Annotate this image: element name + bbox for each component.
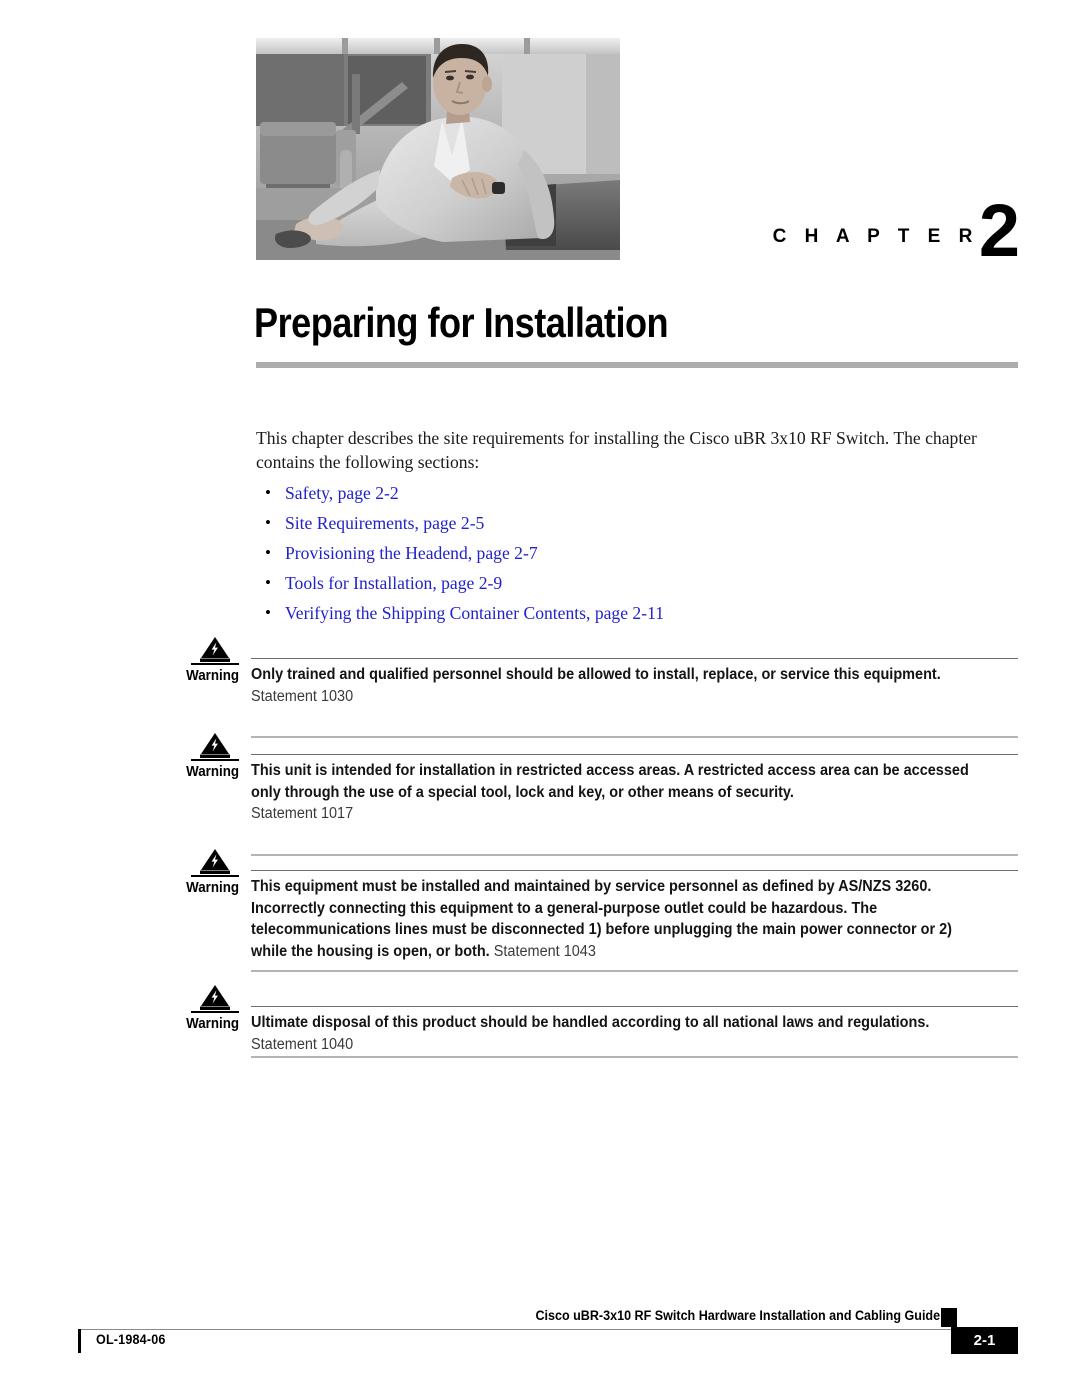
section-link-label: Site Requirements, page 2-5	[285, 513, 485, 533]
section-link-provisioning-headend[interactable]: • Provisioning the Headend, page 2-7	[256, 538, 1018, 568]
warning-top-divider	[251, 870, 1018, 871]
warning-text: Ultimate disposal of this product should…	[251, 1012, 975, 1055]
title-divider	[256, 362, 1018, 368]
warning-statement: Statement 1043	[493, 942, 596, 960]
warning-icon-rule	[191, 663, 239, 665]
section-link-site-requirements[interactable]: • Site Requirements, page 2-5	[256, 508, 1018, 538]
warning-top-divider	[251, 1006, 1018, 1007]
section-link-list: • Safety, page 2-2 • Site Requirements, …	[256, 478, 1018, 628]
warning-icon-rule	[191, 1011, 239, 1013]
chapter-label: C H A P T E R2	[648, 188, 1020, 278]
warning-text: This unit is intended for installation i…	[251, 760, 975, 825]
section-link-label: Safety, page 2-2	[285, 483, 399, 503]
warning-triangle-lightning-icon	[200, 732, 230, 758]
warning-top-divider	[251, 658, 1018, 659]
warning-triangle-lightning-icon	[200, 636, 230, 662]
footer-document-id: OL-1984-06	[96, 1332, 166, 1347]
warning-label: Warning	[186, 880, 239, 896]
warning-label: Warning	[186, 668, 239, 684]
warning-text-bold: This equipment must be installed and mai…	[251, 878, 952, 960]
footer-page-number: 2-1	[973, 1332, 996, 1349]
warning-bottom-divider	[251, 854, 1018, 856]
warning-top-divider	[251, 754, 1018, 755]
chapter-opener: C H A P T E R2	[256, 38, 1020, 270]
document-page: C H A P T E R2 Preparing for Installatio…	[0, 0, 1080, 1397]
bullet-icon: •	[265, 543, 271, 562]
footer-guide-title: Cisco uBR-3x10 RF Switch Hardware Instal…	[535, 1308, 940, 1323]
warning-triangle-lightning-icon	[200, 848, 230, 874]
warning-text-bold: This unit is intended for installation i…	[251, 762, 969, 801]
footer-divider	[78, 1329, 953, 1330]
section-link-safety[interactable]: • Safety, page 2-2	[256, 478, 1018, 508]
warning-statement: Statement 1017	[251, 805, 354, 822]
section-link-verifying-shipping-container[interactable]: • Verifying the Shipping Container Conte…	[256, 598, 1018, 628]
bullet-icon: •	[265, 573, 271, 592]
warning-statement: Statement 1040	[251, 1035, 354, 1053]
warning-statement: Statement 1030	[251, 687, 354, 705]
bullet-icon: •	[265, 513, 271, 532]
warning-label: Warning	[186, 1016, 239, 1032]
chapter-number: 2	[978, 189, 1020, 272]
bullet-icon: •	[265, 483, 271, 502]
footer-tick-mark	[78, 1329, 81, 1353]
section-link-label: Verifying the Shipping Container Content…	[285, 603, 665, 623]
section-link-label: Provisioning the Headend, page 2-7	[285, 543, 538, 563]
intro-paragraph: This chapter describes the site requirem…	[256, 428, 977, 472]
section-link-tools-for-installation[interactable]: • Tools for Installation, page 2-9	[256, 568, 1018, 598]
warning-icon-rule	[191, 875, 239, 877]
page-title: Preparing for Installation	[254, 299, 669, 346]
warning-label: Warning	[186, 764, 239, 780]
bullet-icon: •	[265, 603, 271, 622]
warning-text-bold: Only trained and qualified personnel sho…	[251, 666, 941, 683]
chapter-hero-photo	[256, 38, 620, 260]
warning-text: This equipment must be installed and mai…	[251, 876, 975, 962]
warning-text: Only trained and qualified personnel sho…	[251, 664, 975, 707]
warning-bottom-divider	[251, 970, 1018, 972]
warning-text-bold: Ultimate disposal of this product should…	[251, 1014, 930, 1031]
footer-marker-square	[941, 1308, 957, 1327]
warning-bottom-divider	[251, 1056, 1018, 1058]
section-link-label: Tools for Installation, page 2-9	[285, 573, 503, 593]
warning-bottom-divider	[251, 736, 1018, 738]
chapter-word: C H A P T E R	[772, 226, 979, 247]
warning-icon-rule	[191, 759, 239, 761]
warning-triangle-lightning-icon	[200, 984, 230, 1010]
